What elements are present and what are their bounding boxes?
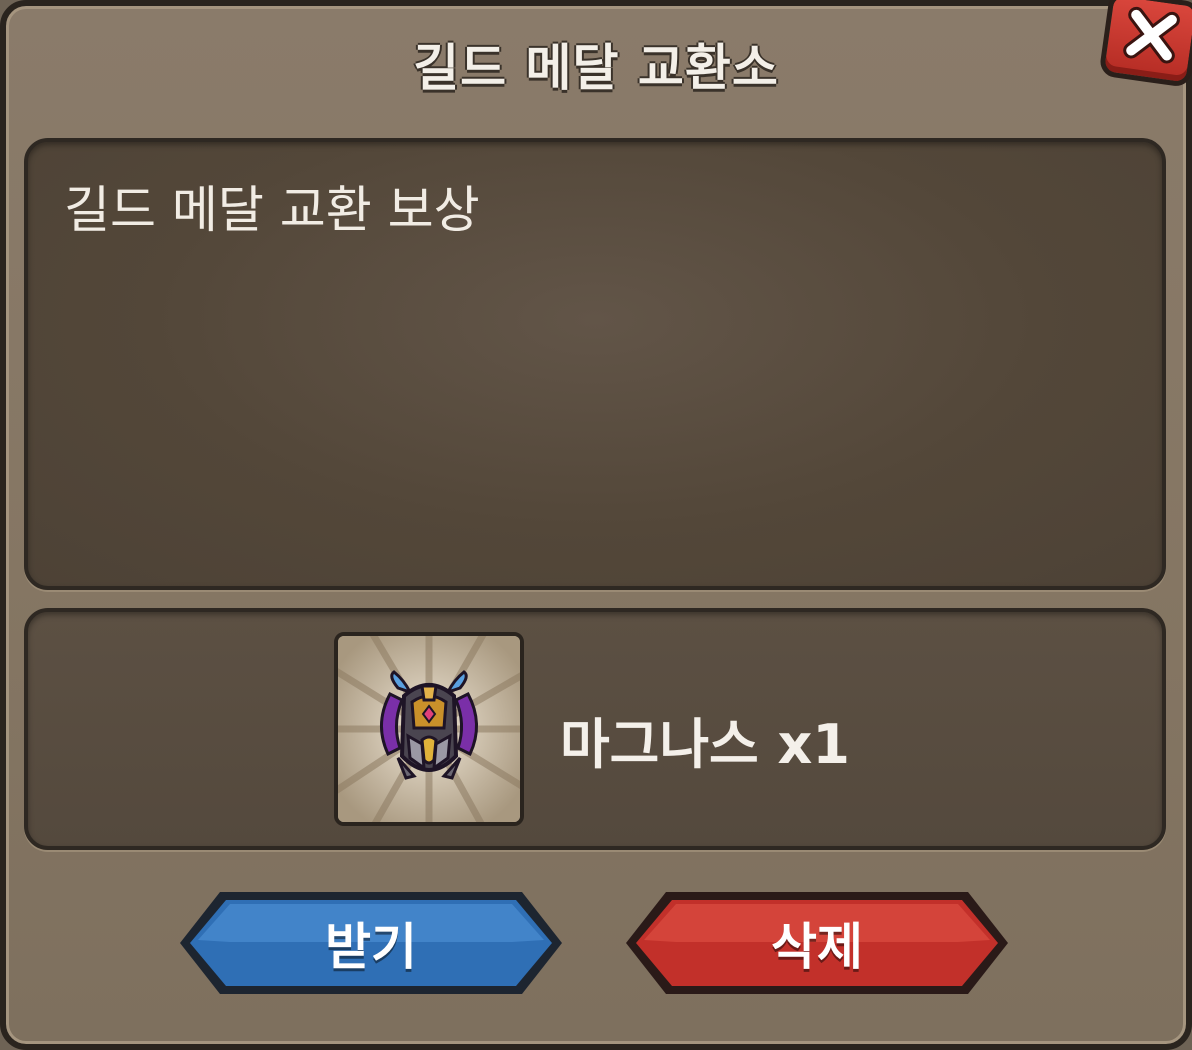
delete-button[interactable]: 삭제 — [622, 888, 1012, 998]
receive-button[interactable]: 받기 — [176, 888, 566, 998]
reward-item-label: 마그나스 x1 — [560, 713, 850, 776]
dialog-title: 길드 메달 교환소 — [413, 39, 779, 97]
receive-button-label: 받기 — [325, 918, 417, 976]
magnus-helmet-icon — [338, 636, 520, 822]
close-x-icon — [1123, 6, 1180, 64]
reward-item-slot — [334, 632, 524, 826]
message-text: 길드 메달 교환 보상 — [64, 181, 480, 239]
message-panel: 길드 메달 교환 보상 — [24, 138, 1166, 590]
close-button[interactable] — [1098, 0, 1192, 88]
delete-button-label: 삭제 — [771, 918, 863, 976]
